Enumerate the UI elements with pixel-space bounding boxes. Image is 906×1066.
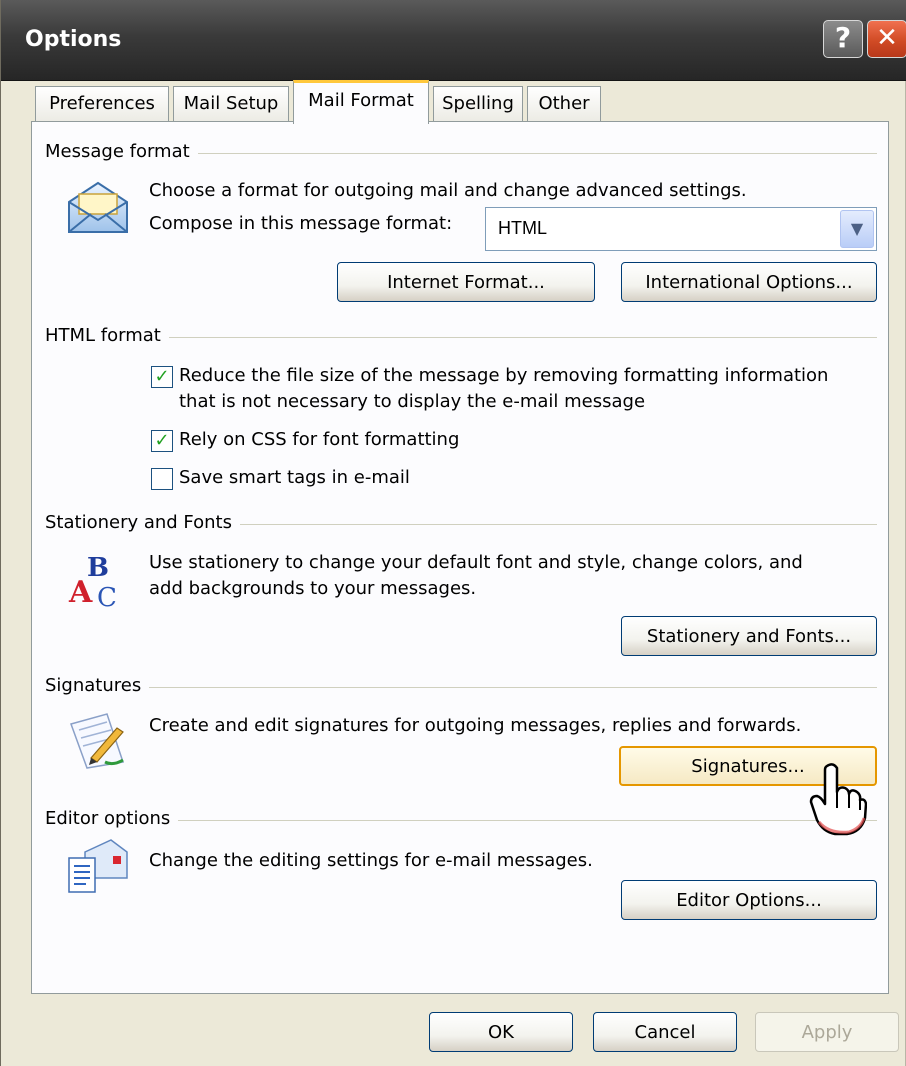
stationery-description-line1: Use stationery to change your default fo… [149, 552, 803, 573]
ok-button[interactable]: OK [429, 1012, 573, 1052]
hand-pointer-icon [809, 763, 867, 836]
options-dialog: Options ? ✕ Preferences Mail Setup Mail … [0, 0, 906, 1066]
stationery-abc-icon: B A C [68, 553, 117, 608]
svg-text:A: A [68, 575, 93, 608]
svg-text:C: C [97, 583, 117, 608]
close-button[interactable]: ✕ [867, 20, 906, 58]
html-format-header: HTML format [45, 325, 169, 346]
html-format-divider [45, 337, 877, 338]
reduce-file-size-label-line2: that is not necessary to display the e-m… [179, 391, 646, 412]
save-smart-tags-label: Save smart tags in e-mail [179, 467, 410, 488]
signature-pen-icon [70, 713, 124, 769]
rely-on-css-label: Rely on CSS for font formatting [179, 429, 460, 450]
save-smart-tags-checkbox[interactable] [151, 468, 173, 490]
tab-preferences[interactable]: Preferences [35, 86, 169, 122]
stationery-fonts-header: Stationery and Fonts [45, 512, 240, 533]
window-title: Options [25, 27, 122, 52]
message-format-header: Message format [45, 141, 198, 162]
reduce-file-size-checkbox[interactable]: ✓ [151, 366, 173, 388]
tab-mail-setup[interactable]: Mail Setup [173, 86, 289, 122]
stationery-fonts-button[interactable]: Stationery and Fonts... [621, 616, 877, 656]
chevron-down-icon[interactable]: ▼ [840, 210, 874, 248]
editor-document-icon [68, 839, 128, 893]
signatures-description: Create and edit signatures for outgoing … [149, 715, 802, 736]
tab-other[interactable]: Other [527, 86, 601, 122]
message-format-description: Choose a format for outgoing mail and ch… [149, 180, 747, 201]
compose-format-select[interactable]: HTML ▼ [485, 207, 877, 251]
signatures-divider [45, 687, 877, 688]
cancel-button[interactable]: Cancel [593, 1012, 737, 1052]
envelope-icon [68, 181, 128, 233]
editor-options-button[interactable]: Editor Options... [621, 880, 877, 920]
tab-spelling[interactable]: Spelling [433, 86, 523, 122]
internet-format-button[interactable]: Internet Format... [337, 262, 595, 302]
international-options-button[interactable]: International Options... [621, 262, 877, 302]
title-bar[interactable]: Options ? ✕ [1, 0, 906, 81]
stationery-description-line2: add backgrounds to your messages. [149, 578, 477, 599]
signatures-header: Signatures [45, 675, 150, 696]
help-button[interactable]: ? [823, 20, 863, 58]
reduce-file-size-label: Reduce the file size of the message by r… [179, 365, 829, 386]
tab-mail-format[interactable]: Mail Format [293, 80, 429, 124]
editor-options-description: Change the editing settings for e-mail m… [149, 850, 593, 871]
apply-button[interactable]: Apply [755, 1012, 899, 1052]
compose-format-value: HTML [498, 218, 547, 238]
editor-options-header: Editor options [45, 808, 179, 829]
compose-format-label: Compose in this message format: [149, 213, 453, 234]
rely-on-css-checkbox[interactable]: ✓ [151, 430, 173, 452]
